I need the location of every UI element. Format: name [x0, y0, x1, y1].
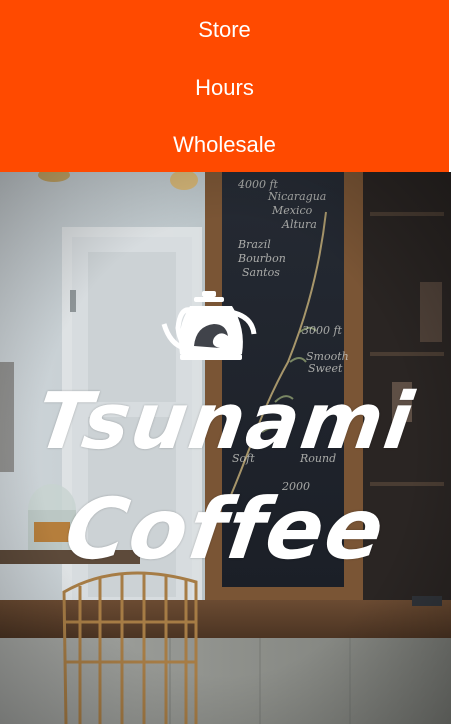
main-nav: Store Hours Wholesale	[0, 0, 449, 172]
nav-item-store[interactable]: Store	[0, 0, 449, 58]
brand-logo: Tsunami Coffee	[0, 172, 451, 724]
page: Store Hours Wholesale Tsunami Coffee	[0, 0, 451, 724]
nav-item-hours[interactable]: Hours	[0, 58, 449, 116]
brand-name-line-1: Tsunami	[31, 377, 420, 467]
brand-name-line-2: Coffee	[59, 480, 392, 578]
hero-banner: 4000 ft Nicaragua Mexico Altura Brazil B…	[0, 172, 451, 724]
kettle-icon	[161, 291, 257, 360]
nav-item-wholesale[interactable]: Wholesale	[0, 115, 449, 173]
